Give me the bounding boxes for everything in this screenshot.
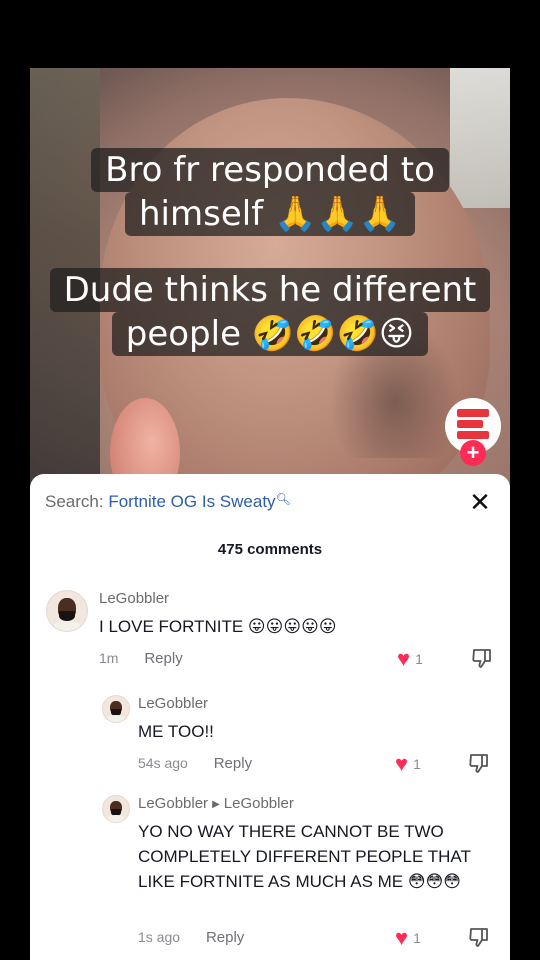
search-query-link[interactable]: Fortnite OG Is Sweaty — [108, 492, 275, 511]
comment-time: 54s ago — [138, 755, 188, 771]
dislike-icon[interactable] — [470, 646, 494, 670]
comment-username[interactable]: LeGobbler — [99, 590, 169, 607]
video-caption-1: Bro fr responded to himself 🙏🙏🙏 — [0, 148, 540, 236]
comment-time: 1m — [99, 650, 119, 666]
like-button[interactable]: ♥ 1 — [397, 648, 423, 670]
comment-text: YO NO WAY THERE CANNOT BE TWO COMPLETELY… — [138, 822, 471, 891]
like-count: 1 — [413, 930, 421, 946]
comment-item: LeGobbler ME TOO!! 54s ago Reply ♥ 1 — [30, 691, 510, 781]
like-button[interactable]: ♥ 1 — [395, 753, 421, 775]
search-icon: 🔍︎ — [275, 492, 291, 506]
search-label: Search: — [45, 492, 104, 511]
like-button[interactable]: ♥ 1 — [395, 927, 421, 949]
reply-arrow-icon: ▶ — [212, 798, 220, 810]
reply-button[interactable]: Reply — [206, 929, 244, 946]
comment-username[interactable]: LeGobbler — [138, 795, 208, 812]
comment-text: I LOVE FORTNITE 😛😛😛😛😛 — [99, 617, 337, 636]
like-count: 1 — [413, 756, 421, 772]
comment-item: LeGobbler I LOVE FORTNITE 😛😛😛😛😛 1m Reply… — [30, 586, 510, 686]
follow-button[interactable]: + — [460, 440, 486, 466]
comment-time: 1s ago — [138, 929, 181, 945]
avatar[interactable] — [102, 795, 130, 823]
avatar[interactable] — [102, 695, 130, 723]
comment-username[interactable]: LeGobbler — [138, 695, 208, 712]
caption-1-line-2: himself 🙏🙏🙏 — [125, 192, 415, 236]
comment-item: LeGobbler ▶ LeGobbler YO NO WAY THERE CANN… — [30, 791, 510, 956]
comment-text: ME TOO!! — [138, 722, 214, 741]
dislike-icon[interactable] — [467, 751, 491, 775]
caption-1-line-1: Bro fr responded to — [91, 148, 449, 192]
comment-meta: 54s ago Reply — [138, 755, 252, 772]
comment-count: 475 comments — [217, 541, 323, 558]
creator-logo-icon — [457, 409, 489, 443]
dislike-icon[interactable] — [467, 925, 491, 949]
reply-to-username[interactable]: LeGobbler — [224, 795, 294, 812]
reply-button[interactable]: Reply — [144, 650, 182, 667]
reply-button[interactable]: Reply — [214, 755, 252, 772]
avatar[interactable] — [46, 590, 88, 632]
like-count: 1 — [415, 651, 423, 667]
comments-panel: Search: Fortnite OG Is Sweaty🔍︎ ✕ 475 co… — [30, 474, 510, 960]
caption-2-line-2: people 🤣🤣🤣😝 — [111, 312, 429, 356]
heart-icon: ♥ — [395, 925, 409, 950]
comment-meta: 1s ago Reply — [138, 929, 244, 946]
heart-icon: ♥ — [395, 751, 409, 776]
comment-username-thread: LeGobbler ▶ LeGobbler — [138, 795, 294, 812]
search-suggestion[interactable]: Search: Fortnite OG Is Sweaty🔍︎ — [45, 492, 291, 512]
comment-meta: 1m Reply — [99, 650, 183, 667]
close-icon[interactable]: ✕ — [466, 488, 494, 516]
caption-2-line-1: Dude thinks he different — [49, 268, 491, 312]
video-caption-2: Dude thinks he different people 🤣🤣🤣😝 — [0, 268, 540, 356]
heart-icon: ♥ — [397, 646, 411, 671]
